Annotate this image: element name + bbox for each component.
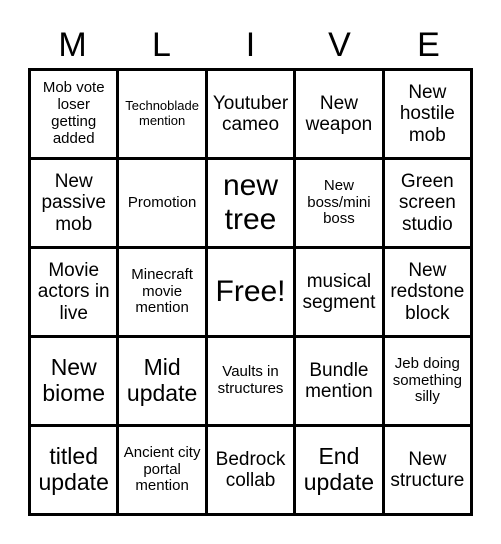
bingo-cell[interactable]: New boss/mini boss bbox=[296, 160, 385, 249]
bingo-cell-label: Youtuber cameo bbox=[212, 92, 289, 135]
bingo-cell[interactable]: musical segment bbox=[296, 249, 385, 338]
bingo-cell-label: Free! bbox=[215, 275, 286, 309]
bingo-cell[interactable]: New redstone block bbox=[384, 249, 474, 338]
bingo-cell-label: New structure bbox=[390, 448, 465, 491]
bingo-cell[interactable]: Minecraft movie mention bbox=[119, 249, 208, 338]
bingo-cell-label: musical segment bbox=[302, 270, 376, 313]
bingo-cell-label: titled update bbox=[38, 443, 109, 495]
bingo-cell-label: Green screen studio bbox=[398, 171, 456, 235]
bingo-cell-label: new tree bbox=[222, 169, 279, 236]
bingo-cell[interactable]: New weapon bbox=[296, 71, 385, 160]
bingo-cell[interactable]: Ancient city portal mention bbox=[119, 427, 208, 516]
bingo-cell[interactable]: new tree bbox=[207, 160, 297, 249]
bingo-cell[interactable]: Jeb doing something silly bbox=[384, 338, 474, 427]
bingo-cell-label: Mob vote loser getting added bbox=[42, 79, 105, 147]
bingo-cell[interactable]: Bundle mention bbox=[296, 338, 385, 427]
bingo-cell-label: End update bbox=[303, 443, 375, 495]
bingo-cell-label: New biome bbox=[42, 354, 106, 406]
bingo-cell-free-space[interactable]: Free! bbox=[207, 249, 297, 338]
bingo-cell[interactable]: New passive mob bbox=[31, 160, 120, 249]
bingo-cell[interactable]: Movie actors in live bbox=[31, 249, 120, 338]
bingo-card: M L I V E Mob vote loser getting added T… bbox=[28, 22, 474, 516]
bingo-row: Movie actors in live Minecraft movie men… bbox=[31, 249, 474, 338]
header-letter-4: V bbox=[328, 26, 351, 64]
bingo-cell[interactable]: Bedrock collab bbox=[207, 427, 297, 516]
bingo-cell-label: Bundle mention bbox=[305, 359, 373, 402]
bingo-row: New biome Mid update Vaults in structure… bbox=[31, 338, 474, 427]
bingo-cell[interactable]: New structure bbox=[384, 427, 474, 516]
bingo-cell-label: Mid update bbox=[126, 354, 198, 406]
bingo-cell-label: New hostile mob bbox=[399, 82, 455, 146]
bingo-cell[interactable]: End update bbox=[296, 427, 385, 516]
bingo-cell[interactable]: Green screen studio bbox=[384, 160, 474, 249]
bingo-cell[interactable]: Youtuber cameo bbox=[207, 71, 297, 160]
header-letter-5: E bbox=[417, 26, 440, 64]
bingo-cell-label: Bedrock collab bbox=[215, 448, 286, 491]
bingo-header-row: M L I V E bbox=[28, 22, 473, 68]
bingo-cell-label: New passive mob bbox=[41, 171, 106, 235]
bingo-grid: Mob vote loser getting added Technoblade… bbox=[28, 68, 474, 516]
bingo-row: New passive mob Promotion new tree New b… bbox=[31, 160, 474, 249]
header-letter-2: L bbox=[152, 26, 171, 64]
bingo-cell-label: New redstone block bbox=[390, 260, 465, 324]
bingo-cell-label: Technoblade mention bbox=[125, 98, 199, 128]
bingo-cell[interactable]: New hostile mob bbox=[384, 71, 474, 160]
bingo-cell-label: New boss/mini boss bbox=[307, 176, 371, 228]
header-letter-3: I bbox=[245, 26, 256, 64]
bingo-cell[interactable]: Mob vote loser getting added bbox=[31, 71, 120, 160]
bingo-cell-label: Jeb doing something silly bbox=[392, 354, 462, 406]
header-letter-1: M bbox=[58, 26, 87, 64]
bingo-cell[interactable]: Vaults in structures bbox=[207, 338, 297, 427]
bingo-cell-label: New weapon bbox=[305, 92, 373, 135]
bingo-cell-label: Minecraft movie mention bbox=[131, 265, 193, 317]
bingo-cell[interactable]: New biome bbox=[31, 338, 120, 427]
bingo-cell-label: Promotion bbox=[127, 193, 197, 211]
bingo-cell[interactable]: titled update bbox=[31, 427, 120, 516]
bingo-cell-label: Movie actors in live bbox=[37, 260, 110, 324]
bingo-cell[interactable]: Promotion bbox=[119, 160, 208, 249]
bingo-cell[interactable]: Technoblade mention bbox=[119, 71, 208, 160]
bingo-row: Mob vote loser getting added Technoblade… bbox=[31, 71, 474, 160]
bingo-cell-label: Vaults in structures bbox=[217, 363, 284, 397]
bingo-cell-label: Ancient city portal mention bbox=[123, 443, 201, 495]
bingo-cell[interactable]: Mid update bbox=[119, 338, 208, 427]
bingo-row: titled update Ancient city portal mentio… bbox=[31, 427, 474, 516]
